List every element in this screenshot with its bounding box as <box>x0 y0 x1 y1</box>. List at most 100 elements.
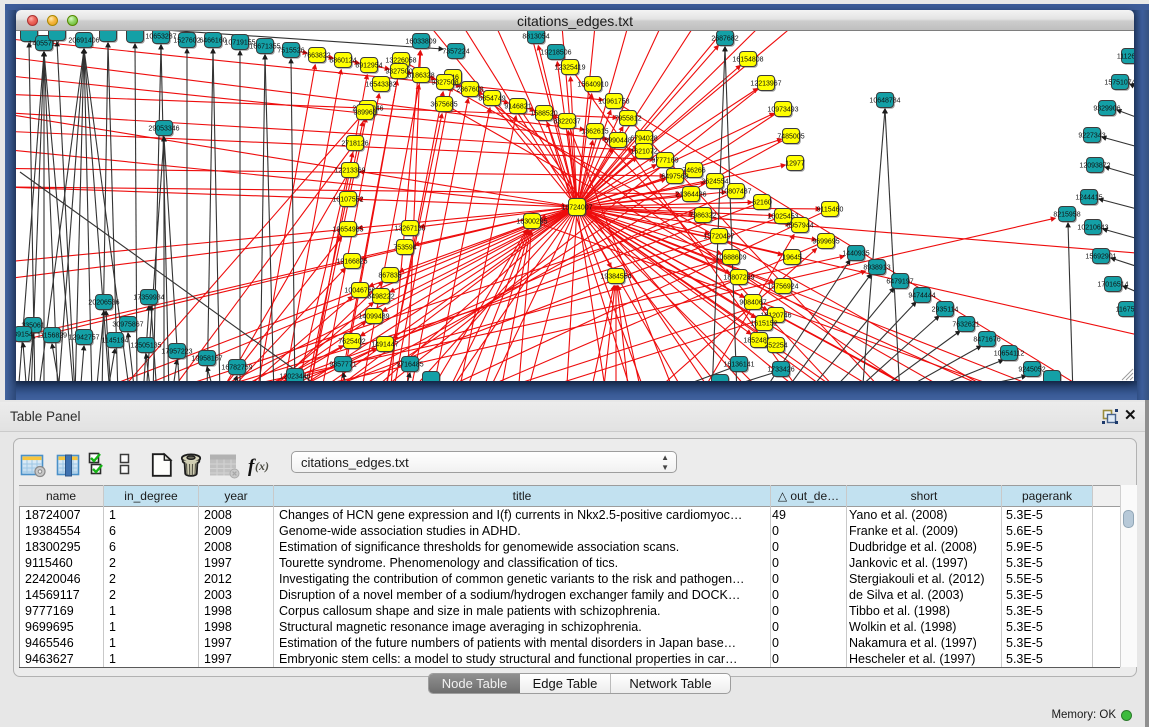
svg-text:29053346: 29053346 <box>148 126 179 133</box>
svg-text:989963: 989963 <box>353 110 376 117</box>
svg-text:867835: 867835 <box>378 273 401 280</box>
svg-text:1244415: 1244415 <box>1075 195 1102 202</box>
svg-text:8938913: 8938913 <box>863 265 890 272</box>
svg-text:1440935: 1440935 <box>842 251 869 258</box>
svg-text:1112634: 1112634 <box>1117 54 1134 61</box>
svg-text:17957223: 17957223 <box>161 349 192 356</box>
svg-text:10210643: 10210643 <box>1077 225 1108 232</box>
svg-text:30975867: 30975867 <box>112 322 143 329</box>
svg-text:9699695: 9699695 <box>812 239 839 246</box>
svg-text:10653287: 10653287 <box>145 34 176 41</box>
svg-text:10961758: 10961758 <box>598 99 629 106</box>
svg-text:8322037: 8322037 <box>553 119 580 126</box>
svg-text:17359934: 17359934 <box>133 295 164 302</box>
svg-text:(x): (x) <box>255 459 269 473</box>
svg-text:19654985: 19654985 <box>332 227 363 234</box>
svg-text:1491447: 1491447 <box>371 342 398 349</box>
svg-text:9327508: 9327508 <box>431 80 458 87</box>
svg-text:1621072: 1621072 <box>630 149 657 156</box>
svg-text:16154808: 16154808 <box>732 57 763 64</box>
svg-text:116753: 116753 <box>1116 307 1134 314</box>
svg-text:19218506: 19218506 <box>540 50 571 57</box>
svg-text:19645: 19645 <box>782 255 802 262</box>
svg-text:10648784: 10648784 <box>869 98 900 105</box>
svg-text:3624554: 3624554 <box>701 179 728 186</box>
svg-text:8215958: 8215958 <box>1053 212 1080 219</box>
svg-text:1527602: 1527602 <box>173 38 200 45</box>
svg-text:18724007: 18724007 <box>561 205 592 212</box>
svg-text:16671355: 16671355 <box>249 44 280 51</box>
svg-text:2687682: 2687682 <box>711 36 738 43</box>
svg-text:9227343: 9227343 <box>1078 133 1105 140</box>
svg-text:1145194: 1145194 <box>102 338 129 345</box>
svg-text:8957944: 8957944 <box>786 223 813 230</box>
svg-text:753594: 753594 <box>393 245 416 252</box>
svg-text:8912954: 8912954 <box>355 63 382 70</box>
svg-text:8990448: 8990448 <box>604 138 631 145</box>
svg-text:15751074: 15751074 <box>1104 80 1134 87</box>
svg-text:18807249: 18807249 <box>723 275 754 282</box>
svg-text:9146821: 9146821 <box>504 104 531 111</box>
svg-text:1615152: 1615152 <box>750 321 777 328</box>
svg-text:3675685: 3675685 <box>430 102 457 109</box>
svg-text:10688609: 10688609 <box>715 255 746 262</box>
svg-text:7357224: 7357224 <box>442 49 469 56</box>
svg-text:9245052: 9245052 <box>1018 367 1045 374</box>
svg-text:16543382: 16543382 <box>365 82 396 89</box>
svg-text:7515526: 7515526 <box>277 48 304 55</box>
svg-text:16136141: 16136141 <box>723 362 754 369</box>
svg-text:8813054: 8813054 <box>522 34 549 41</box>
svg-text:10756924: 10756924 <box>767 284 798 291</box>
svg-text:11156829: 11156829 <box>37 333 67 340</box>
svg-text:10807487: 10807487 <box>720 189 751 196</box>
svg-text:12213967: 12213967 <box>750 81 781 88</box>
svg-text:6466160: 6466160 <box>199 38 226 45</box>
svg-text:2867608: 2867608 <box>456 87 483 94</box>
svg-text:2718126: 2718126 <box>341 141 368 148</box>
svg-text:12093872: 12093872 <box>1079 163 1110 170</box>
svg-text:1362615: 1362615 <box>581 129 608 136</box>
svg-text:12325419: 12325419 <box>554 65 585 72</box>
svg-text:16782759: 16782759 <box>221 365 252 372</box>
svg-text:19384554: 19384554 <box>600 274 631 281</box>
svg-text:12977: 12977 <box>785 161 805 168</box>
svg-text:12213369: 12213369 <box>334 168 365 175</box>
svg-text:12942757: 12942757 <box>68 335 99 342</box>
svg-text:19958167: 19958167 <box>191 356 222 363</box>
svg-text:15720407: 15720407 <box>703 234 734 241</box>
svg-text:7485005: 7485005 <box>777 134 804 141</box>
svg-text:7632621: 7632621 <box>952 322 979 329</box>
svg-text:7663822: 7663822 <box>303 53 330 60</box>
svg-text:19166825: 19166825 <box>336 259 367 266</box>
svg-text:21364436: 21364436 <box>675 192 706 199</box>
svg-text:8854749: 8854749 <box>478 96 505 103</box>
svg-text:1733426: 1733426 <box>767 367 794 374</box>
svg-text:16033809: 16033809 <box>405 39 436 46</box>
svg-text:12505135: 12505135 <box>130 343 161 350</box>
svg-text:13267130: 13267130 <box>394 226 425 233</box>
svg-text:2935114: 2935114 <box>932 307 959 314</box>
svg-text:18300295: 18300295 <box>516 219 547 226</box>
svg-text:9084067: 9084067 <box>739 300 766 307</box>
svg-text:9716485: 9716485 <box>396 362 423 369</box>
svg-text:9474444: 9474444 <box>908 293 935 300</box>
svg-text:6479197: 6479197 <box>886 279 913 286</box>
svg-text:7625402: 7625402 <box>338 339 365 346</box>
svg-text:3498222: 3498222 <box>367 294 394 301</box>
svg-text:15692901: 15692901 <box>1085 254 1116 261</box>
svg-text:7986322: 7986322 <box>689 213 716 220</box>
svg-text:6497568: 6497568 <box>661 174 688 181</box>
svg-text:8860124: 8860124 <box>329 58 356 65</box>
svg-text:10654112: 10654112 <box>994 351 1025 358</box>
svg-text:10107552: 10107552 <box>332 197 363 204</box>
svg-text:15640910: 15640910 <box>577 82 608 89</box>
svg-text:62160: 62160 <box>752 200 772 207</box>
svg-text:9857771: 9857771 <box>329 362 356 369</box>
svg-text:252254: 252254 <box>764 343 787 350</box>
svg-text:20206536: 20206536 <box>88 300 119 307</box>
svg-text:7955812: 7955812 <box>614 116 641 123</box>
svg-text:9329906: 9329906 <box>1093 106 1120 113</box>
svg-text:39154: 39154 <box>16 332 33 339</box>
svg-text:8186328: 8186328 <box>407 73 434 80</box>
svg-text:12023446: 12023446 <box>279 374 310 381</box>
